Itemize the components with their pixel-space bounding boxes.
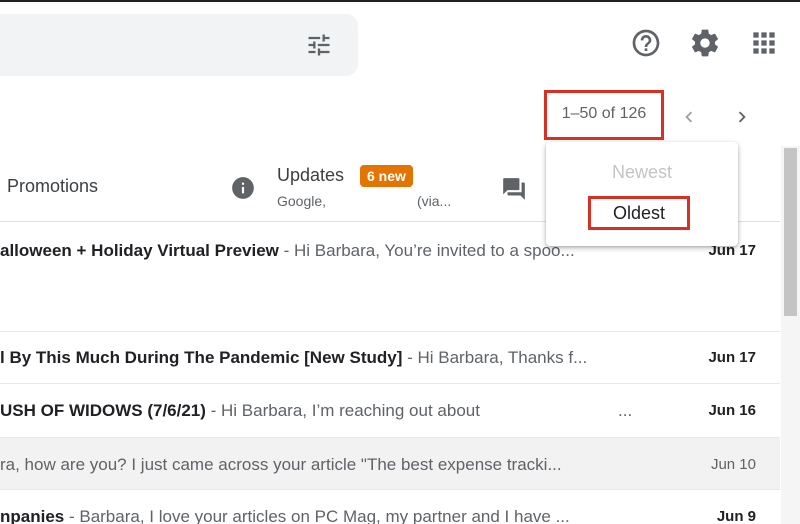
- email-snippet: - Hi Barbara, Thanks f...: [402, 348, 588, 367]
- updates-sender: Google,: [277, 193, 327, 209]
- email-snippet: - Hi Barbara, I’m reaching out about: [205, 401, 480, 420]
- settings-icon[interactable]: [689, 27, 721, 59]
- tune-icon[interactable]: [304, 31, 334, 59]
- email-row[interactable]: USH OF WIDOWS (7/6/21) - Hi Barbara, I’m…: [0, 384, 780, 438]
- email-row[interactable]: l By This Much During The Pandemic [New …: [0, 332, 780, 384]
- email-date: Jun 17: [708, 349, 756, 366]
- email-row[interactable]: ra, how are you? I just came across your…: [0, 438, 780, 490]
- email-subject: alloween + Holiday Virtual Preview: [0, 241, 279, 260]
- tab-promotions[interactable]: Promotions: [7, 176, 98, 197]
- chevron-left-icon[interactable]: [678, 106, 700, 128]
- email-snippet: - Hi Barbara, You’re invited to a spoo..…: [278, 241, 575, 260]
- email-snippet: - Barbara, I love your articles on PC Ma…: [64, 507, 570, 524]
- search-box[interactable]: [0, 14, 358, 76]
- email-subject: npanies: [0, 507, 65, 524]
- info-icon[interactable]: [230, 175, 256, 201]
- menu-item-newest: Newest: [611, 162, 673, 182]
- top-bar: [0, 0, 800, 86]
- sort-dropdown-menu: Newest Oldest: [546, 142, 738, 246]
- email-date: Jun 10: [710, 456, 756, 473]
- email-snippet-ellipsis: ...: [618, 401, 633, 420]
- chevron-right-icon[interactable]: [731, 106, 753, 128]
- scrollbar-thumb[interactable]: [784, 148, 797, 316]
- menu-item-oldest[interactable]: Oldest: [588, 203, 690, 224]
- updates-sender-via: (via...: [417, 193, 452, 209]
- email-date: Jun 16: [708, 402, 756, 419]
- email-subject: l By This Much During The Pandemic [New …: [0, 348, 403, 367]
- tab-updates[interactable]: Updates: [277, 165, 344, 186]
- apps-icon[interactable]: [748, 27, 780, 59]
- email-row[interactable]: npanies - Barbara, I love your articles …: [0, 490, 780, 524]
- pagination-range[interactable]: 1–50 of 126: [548, 105, 660, 123]
- email-snippet: ra, how are you? I just came across your…: [0, 455, 562, 474]
- help-icon[interactable]: [630, 27, 662, 59]
- forum-icon[interactable]: [501, 176, 527, 202]
- updates-new-badge: 6 new: [360, 165, 413, 187]
- email-date: Jun 9: [716, 508, 756, 524]
- email-subject: USH OF WIDOWS (7/6/21): [0, 401, 206, 420]
